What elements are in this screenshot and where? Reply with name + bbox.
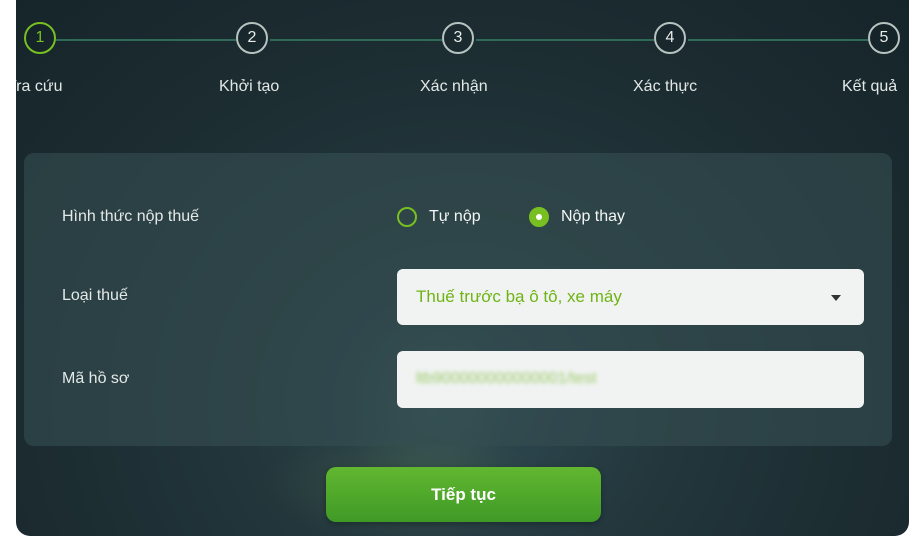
tax-type-label: Loại thuế: [62, 287, 128, 304]
step-connector: [56, 39, 236, 41]
step-5-label: Kết quả: [842, 78, 898, 95]
step-1-indicator: 1: [24, 22, 56, 54]
radio-checked-icon: [529, 207, 549, 227]
step-5-indicator: 5: [868, 22, 900, 54]
radio-self-pay[interactable]: Tự nộp: [397, 207, 481, 227]
payment-method-label: Hình thức nộp thuế: [62, 208, 200, 225]
chevron-down-icon: [831, 295, 841, 301]
tax-type-select[interactable]: Thuế trước bạ ô tô, xe máy: [397, 269, 864, 325]
step-2-indicator: 2: [236, 22, 268, 54]
app-frame: 1 2 3 4 5 Tra cứu Khởi tạo Xác nhận Xác …: [16, 0, 909, 536]
radio-pay-on-behalf-label: Nộp thay: [561, 208, 626, 225]
radio-self-pay-label: Tự nộp: [429, 208, 481, 225]
step-1-label: Tra cứu: [16, 78, 63, 95]
step-connector: [476, 39, 654, 41]
step-4-indicator: 4: [654, 22, 686, 54]
tax-type-value: Thuế trước bạ ô tô, xe máy: [416, 287, 622, 306]
step-4-label: Xác thực: [633, 78, 698, 95]
step-connector: [270, 39, 442, 41]
radio-unchecked-icon: [397, 207, 417, 227]
step-connector: [688, 39, 868, 41]
continue-button[interactable]: Tiếp tục: [326, 467, 601, 522]
progress-stepper: 1 2 3 4 5 Tra cứu Khởi tạo Xác nhận Xác …: [16, 0, 909, 120]
step-3-label: Xác nhận: [420, 78, 488, 95]
record-id-label: Mã hồ sơ: [62, 370, 130, 387]
radio-pay-on-behalf[interactable]: Nộp thay: [529, 207, 625, 227]
step-3-indicator: 3: [442, 22, 474, 54]
step-2-label: Khởi tạo: [219, 78, 280, 95]
record-id-input[interactable]: [397, 351, 864, 408]
